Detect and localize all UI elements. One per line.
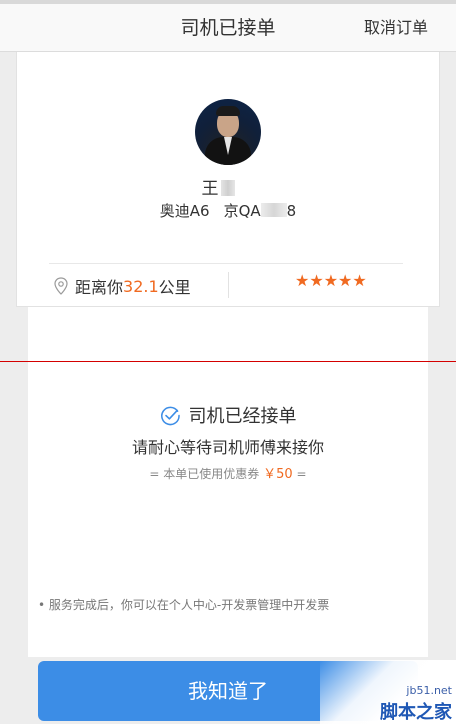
distance-unit: 公里 [158, 278, 191, 297]
plate-start: 京QA [223, 202, 261, 220]
distance-info: 距离你 32.1 公里 [53, 274, 191, 298]
plate-mask [260, 203, 287, 217]
driver-card: 王 奥迪A6 京QA 8 距离你 32.1 公里 ★★★★★ [16, 52, 440, 307]
driver-name-text: 王 [201, 179, 219, 199]
invoice-notice: • 服务完成后，你可以在个人中心-开发票管理中开发票 [38, 598, 330, 612]
cancel-order-button[interactable]: 取消订单 [364, 4, 428, 52]
watermark-site: 脚本之家 [380, 702, 452, 723]
status-title: 司机已经接单 [28, 402, 428, 428]
driver-avatar [195, 99, 261, 165]
driver-name: 王 [17, 174, 439, 199]
watermark-url: jb51.net [406, 684, 452, 697]
status-subtitle: 请耐心等待司机师傅来接你 [131, 438, 324, 457]
distance-value: 32.1 [123, 276, 159, 296]
vertical-separator [228, 272, 229, 298]
coupon-amount: ￥50 [263, 467, 293, 482]
location-pin-icon [54, 277, 68, 295]
header-bar: 司机已接单 取消订单 [0, 4, 456, 52]
coupon-prefix: = 本单已使用优惠券 [149, 467, 260, 481]
order-status-panel: 司机已经接单 请耐心等待司机师傅来接你 = 本单已使用优惠券 ￥50 = • 服… [28, 307, 428, 657]
plate-end: 8 [286, 202, 297, 220]
name-mask [220, 180, 235, 196]
car-model: 奥迪A6 [159, 202, 210, 220]
check-circle-icon [160, 406, 180, 425]
coupon-info: = 本单已使用优惠券 ￥50 = [28, 463, 428, 482]
car-info: 奥迪A6 京QA 8 [17, 200, 439, 221]
status-title-text: 司机已经接单 [188, 406, 297, 427]
guide-line [0, 361, 456, 362]
coupon-suffix: = [296, 467, 307, 481]
distance-prefix: 距离你 [75, 278, 124, 297]
driver-rating-stars: ★★★★★ [295, 271, 367, 290]
card-divider [49, 263, 403, 264]
